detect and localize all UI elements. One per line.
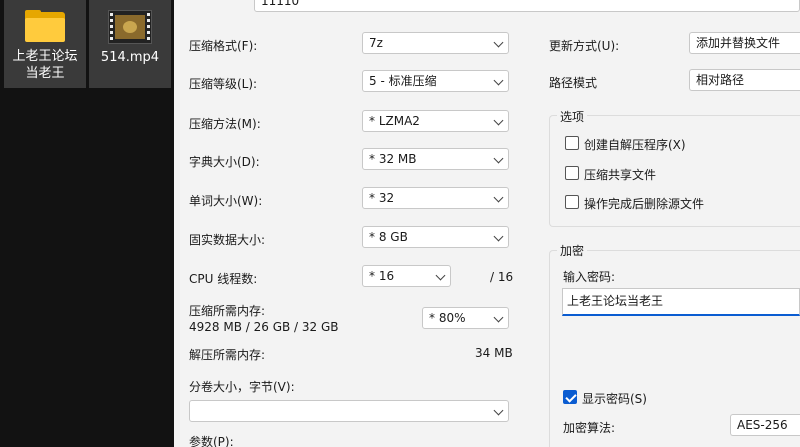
method-select[interactable]: * LZMA2 bbox=[362, 110, 509, 132]
chevron-down-icon bbox=[493, 192, 504, 203]
encryption-method-label: 加密算法: bbox=[563, 421, 616, 435]
password-input[interactable]: 上老王论坛当老王 bbox=[562, 288, 800, 316]
delete-source-checkbox[interactable] bbox=[565, 195, 579, 209]
decomp-mem-label: 解压所需内存: bbox=[189, 348, 266, 362]
level-value: 5 - 标准压缩 bbox=[369, 74, 437, 88]
mem-percent-value: * 80% bbox=[429, 311, 466, 325]
folder-label-line1: 上老王论坛 bbox=[12, 49, 78, 64]
delete-source-label: 操作完成后删除源文件 bbox=[584, 197, 705, 211]
update-value: 添加并替换文件 bbox=[696, 36, 781, 50]
chevron-down-icon bbox=[493, 115, 504, 126]
format-select[interactable]: 7z bbox=[362, 32, 509, 54]
archive-name-field[interactable]: 11110 bbox=[254, 0, 800, 12]
level-select[interactable]: 5 - 标准压缩 bbox=[362, 70, 509, 92]
decomp-mem-value: 34 MB bbox=[475, 346, 513, 360]
mem-percent-select[interactable]: * 80% bbox=[422, 307, 509, 329]
options-title: 选项 bbox=[557, 108, 588, 125]
params-label: 参数(P): bbox=[189, 435, 234, 447]
volume-label: 分卷大小，字节(V): bbox=[189, 380, 295, 394]
encryption-title: 加密 bbox=[557, 242, 588, 259]
dict-label: 字典大小(D): bbox=[189, 155, 260, 169]
chevron-down-icon bbox=[493, 231, 504, 242]
encryption-method-select[interactable]: AES-256 bbox=[730, 414, 800, 436]
chevron-down-icon bbox=[435, 270, 446, 281]
path-value: 相对路径 bbox=[696, 73, 745, 87]
chevron-down-icon bbox=[493, 75, 504, 86]
shared-label: 压缩共享文件 bbox=[584, 168, 657, 182]
method-value: * LZMA2 bbox=[369, 114, 420, 128]
dict-select[interactable]: * 32 MB bbox=[362, 148, 509, 170]
solid-label: 固实数据大小: bbox=[189, 233, 266, 247]
level-label: 压缩等级(L): bbox=[189, 77, 258, 91]
desktop-item-folder[interactable]: 上老王论坛 当老王 bbox=[4, 0, 86, 88]
video-file-icon bbox=[108, 10, 152, 44]
format-label: 压缩格式(F): bbox=[189, 39, 258, 53]
threads-total: / 16 bbox=[490, 270, 514, 284]
folder-label-line2: 当老王 bbox=[25, 66, 65, 81]
desktop-item-video[interactable]: 514.mp4 bbox=[89, 0, 171, 88]
solid-select[interactable]: * 8 GB bbox=[362, 226, 509, 248]
folder-icon bbox=[25, 10, 65, 42]
show-password-label: 显示密码(S) bbox=[582, 392, 647, 406]
encryption-method-value: AES-256 bbox=[737, 418, 788, 432]
method-label: 压缩方法(M): bbox=[189, 117, 261, 131]
compression-dialog: 11110 压缩格式(F): 7z 压缩等级(L): 5 - 标准压缩 压缩方法… bbox=[174, 0, 800, 447]
mem-detail: 4928 MB / 26 GB / 32 GB bbox=[189, 320, 339, 334]
word-select[interactable]: * 32 bbox=[362, 187, 509, 209]
show-password-checkbox[interactable] bbox=[563, 390, 577, 404]
format-value: 7z bbox=[369, 36, 383, 50]
solid-value: * 8 GB bbox=[369, 230, 408, 244]
password-label: 输入密码: bbox=[563, 270, 616, 284]
update-select[interactable]: 添加并替换文件 bbox=[689, 32, 800, 54]
chevron-down-icon bbox=[493, 312, 504, 323]
mem-label: 压缩所需内存: bbox=[189, 304, 266, 318]
path-label: 路径模式 bbox=[549, 76, 598, 90]
chevron-down-icon bbox=[493, 153, 504, 164]
chevron-down-icon bbox=[493, 37, 504, 48]
chevron-down-icon bbox=[493, 405, 504, 416]
threads-value: * 16 bbox=[369, 269, 395, 283]
sfx-checkbox[interactable] bbox=[565, 136, 579, 150]
threads-select[interactable]: * 16 bbox=[362, 265, 451, 287]
word-value: * 32 bbox=[369, 191, 395, 205]
update-label: 更新方式(U): bbox=[549, 39, 620, 53]
threads-label: CPU 线程数: bbox=[189, 272, 258, 286]
desktop: 上老王论坛 当老王 514.mp4 bbox=[0, 0, 174, 447]
sfx-label: 创建自解压程序(X) bbox=[584, 138, 686, 152]
dict-value: * 32 MB bbox=[369, 152, 417, 166]
path-select[interactable]: 相对路径 bbox=[689, 69, 800, 91]
video-label: 514.mp4 bbox=[100, 50, 160, 65]
word-label: 单词大小(W): bbox=[189, 194, 263, 208]
shared-checkbox[interactable] bbox=[565, 166, 579, 180]
volume-select[interactable] bbox=[189, 400, 509, 422]
